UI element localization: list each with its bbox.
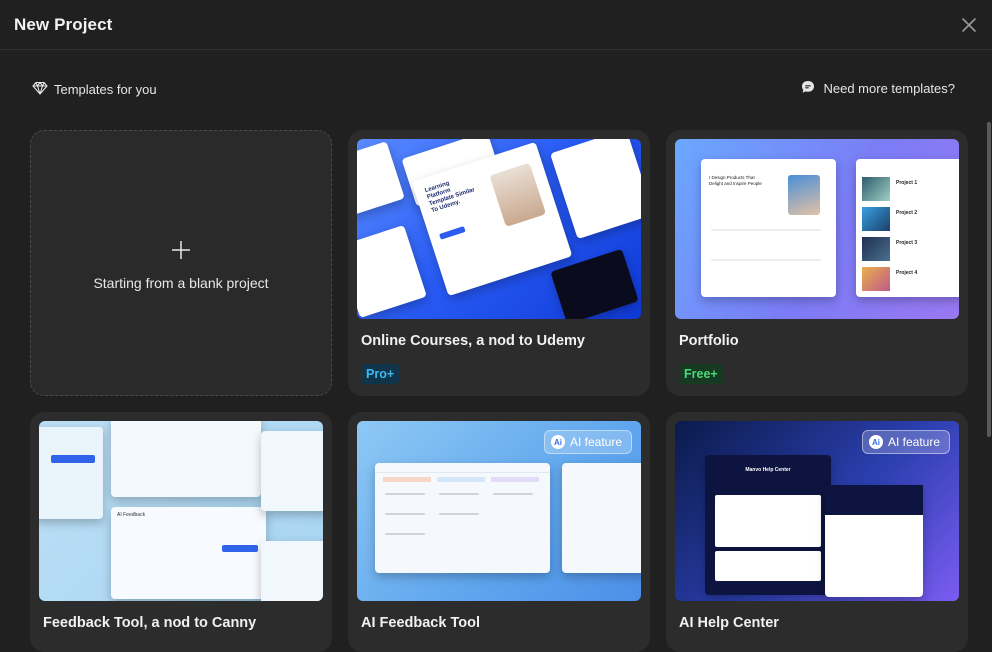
ai-feature-badge: Ai AI feature xyxy=(543,430,632,454)
portfolio-project-2: Project 2 xyxy=(896,210,918,216)
template-card-online-courses[interactable]: Learning Platform Template Similar To Ud… xyxy=(348,130,650,396)
online-courses-preview-image: Learning Platform Template Similar To Ud… xyxy=(357,139,641,319)
template-card-ai-feedback-tool[interactable]: Ai AI feature AI Feedback Tool xyxy=(348,412,650,652)
portfolio-heading: I Design Products That Delight and Inspi… xyxy=(709,175,762,186)
close-icon[interactable] xyxy=(960,16,978,34)
card-title: AI Help Center xyxy=(679,615,779,631)
help-center-heading: Manvo Help Center xyxy=(745,467,791,473)
blank-project-label: Starting from a blank project xyxy=(93,274,269,291)
feedback-tab-label: AI Feedback xyxy=(117,512,146,518)
card-title: Online Courses, a nod to Udemy xyxy=(361,333,585,349)
ai-sparkle-icon: Ai xyxy=(550,435,565,449)
need-more-templates-label: Need more templates? xyxy=(823,81,955,96)
card-title: Feedback Tool, a nod to Canny xyxy=(43,615,257,631)
ai-feature-badge: Ai AI feature xyxy=(861,430,950,454)
scrollbar[interactable] xyxy=(987,122,991,437)
card-title: AI Feedback Tool xyxy=(361,615,480,631)
diamond-icon xyxy=(32,80,48,99)
ai-help-center-preview-image: Manvo Help Center Ai AI feature xyxy=(675,421,959,601)
ai-feature-label: AI feature xyxy=(569,435,622,449)
portfolio-project-4: Project 4 xyxy=(896,270,918,276)
templates-bar: Templates for you Need more templates? xyxy=(0,70,992,110)
ai-sparkle-icon: Ai xyxy=(868,435,883,449)
templates-for-you-label: Templates for you xyxy=(54,82,157,97)
portfolio-project-1: Project 1 xyxy=(896,180,918,186)
dialog-title: New Project xyxy=(14,15,113,34)
chat-bubble-icon xyxy=(801,80,815,97)
portfolio-preview-image: I Design Products That Delight and Inspi… xyxy=(675,139,959,319)
templates-for-you-heading: Templates for you xyxy=(32,80,157,99)
template-card-ai-help-center[interactable]: Manvo Help Center Ai AI feature AI Help … xyxy=(666,412,968,652)
blank-project-card[interactable]: Starting from a blank project xyxy=(30,130,332,396)
plan-badge-pro: Pro+ xyxy=(361,364,400,384)
ai-feature-label: AI feature xyxy=(887,435,940,449)
feedback-tool-preview-image: AI Feedback xyxy=(39,421,323,601)
plus-icon xyxy=(171,236,191,266)
ai-feedback-preview-image: Ai AI feature xyxy=(357,421,641,601)
need-more-templates-link[interactable]: Need more templates? xyxy=(801,80,955,97)
plan-badge-free: Free+ xyxy=(679,364,723,384)
portfolio-project-3: Project 3 xyxy=(896,240,918,246)
card-title: Portfolio xyxy=(679,333,739,349)
template-card-feedback-tool[interactable]: AI Feedback Feedback Tool, a nod to Cann… xyxy=(30,412,332,652)
udemy-heading: Learning Platform Template Similar To Ud… xyxy=(424,180,476,215)
dialog-header: New Project xyxy=(0,0,992,50)
template-card-portfolio[interactable]: I Design Products That Delight and Inspi… xyxy=(666,130,968,396)
